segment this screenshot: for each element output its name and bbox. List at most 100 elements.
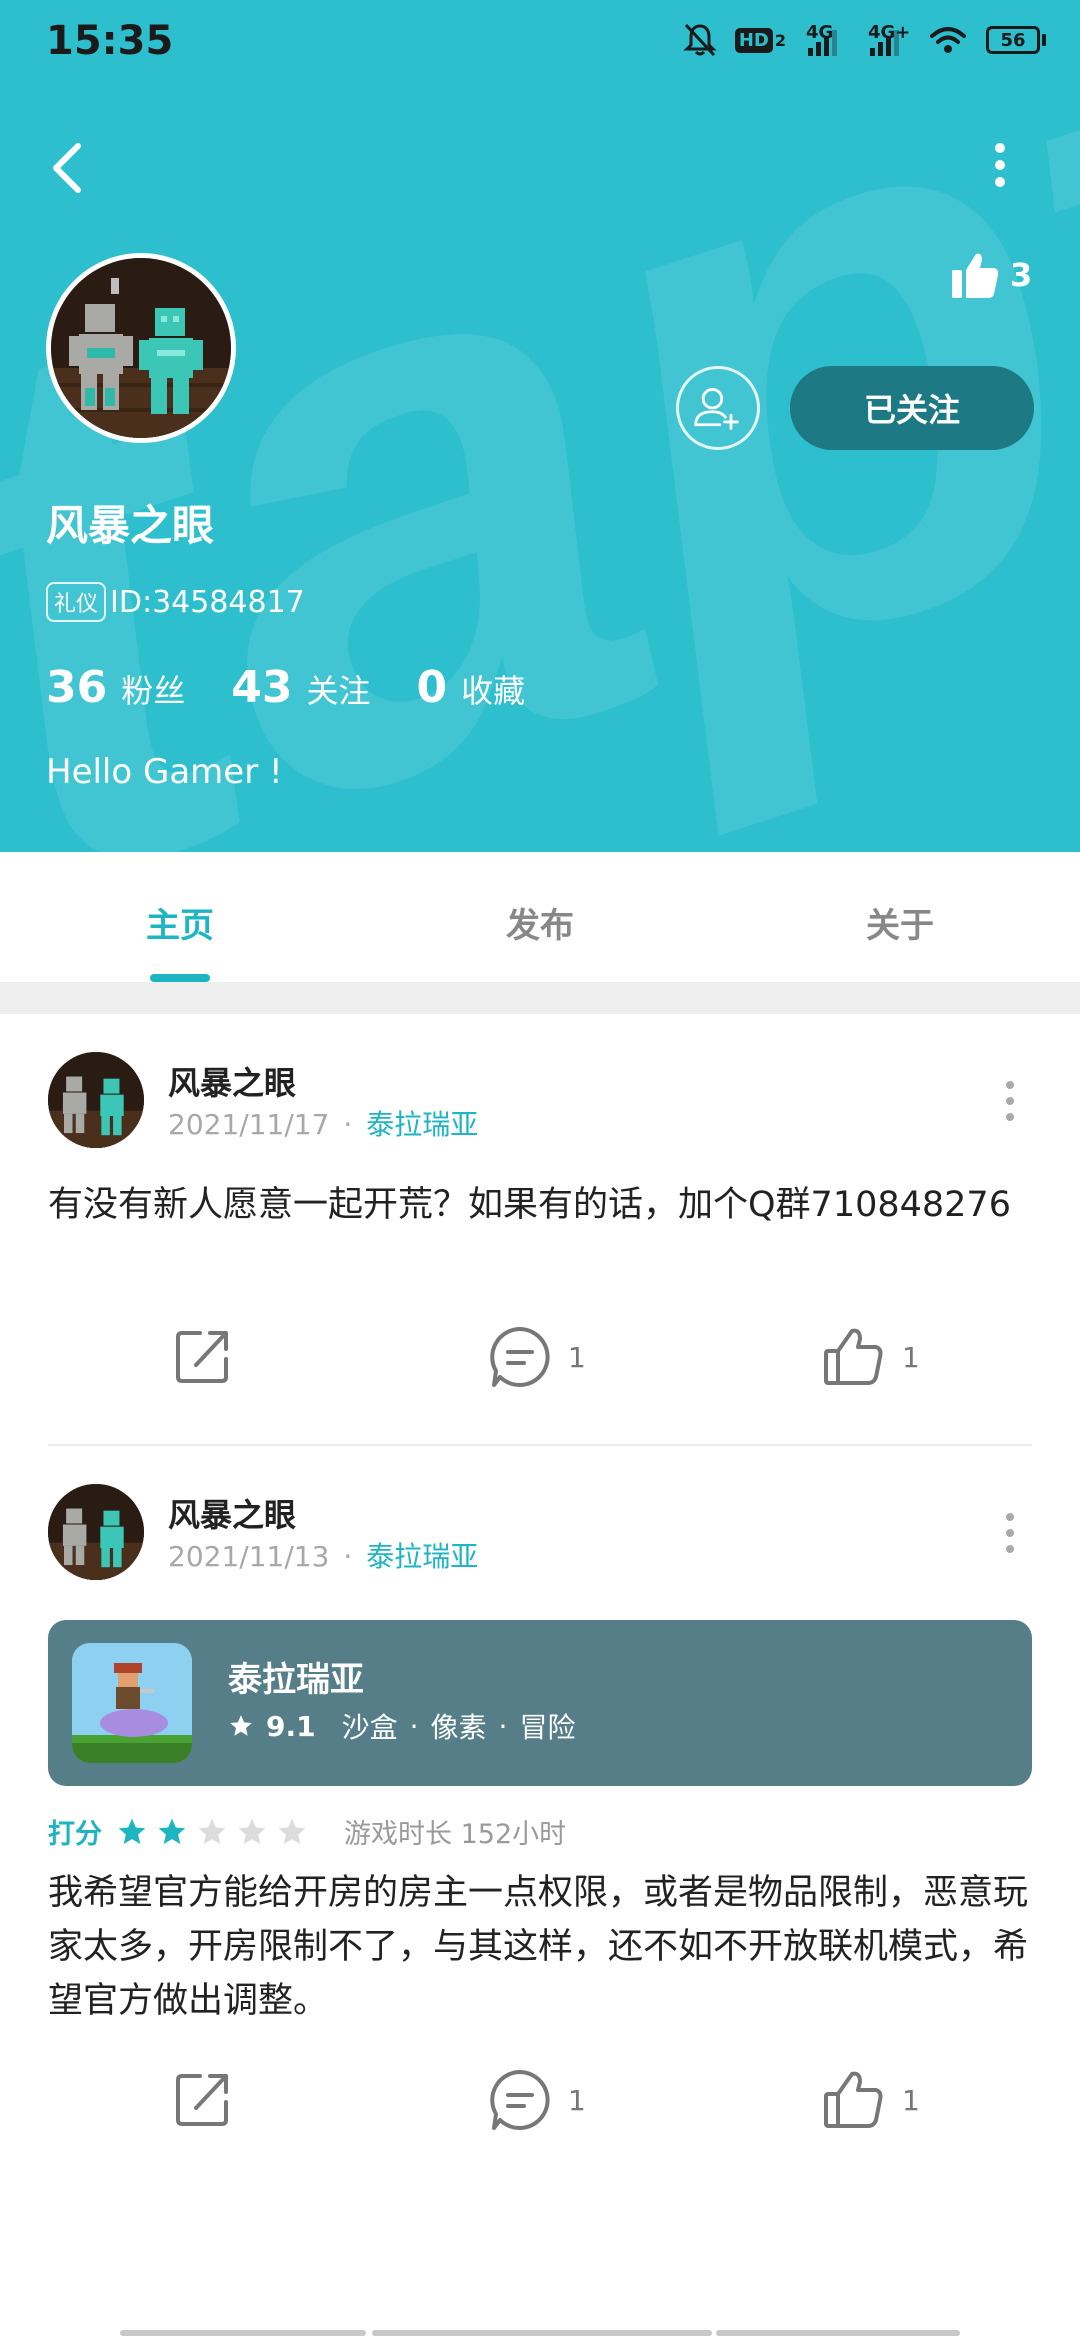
post-date: 2021/11/13 xyxy=(168,1540,330,1573)
mute-bell-icon xyxy=(683,23,717,57)
status-icons: HD 2 4G 4G+ 56 xyxy=(683,22,1046,58)
favorites-count: 0 xyxy=(416,662,448,713)
like-button[interactable]: 1 xyxy=(822,1325,920,1389)
status-time: 15:35 xyxy=(46,18,174,64)
add-friend-icon[interactable] xyxy=(676,366,760,450)
post-avatar[interactable] xyxy=(48,1052,144,1148)
meta-dot: · xyxy=(343,1108,353,1141)
back-arrow-icon[interactable] xyxy=(44,138,94,198)
tag-dot: · xyxy=(498,1709,508,1743)
post-actions: 1 1 xyxy=(0,1325,1080,1395)
post-meta: 2021/11/13 · 泰拉瑞亚 xyxy=(168,1535,478,1575)
share-button[interactable] xyxy=(172,2068,234,2130)
status-bar: 15:35 HD 2 4G 4G+ 56 xyxy=(0,0,1080,80)
post-more-icon[interactable] xyxy=(998,1076,1022,1126)
tab-active-indicator xyxy=(150,974,210,982)
star-filled-icon xyxy=(118,1818,146,1844)
user-id-row: 礼仪 ID:34584817 xyxy=(46,582,305,622)
tag-dot: · xyxy=(409,1709,419,1743)
game-card-name: 泰拉瑞亚 xyxy=(228,1660,364,1700)
post-avatar-image xyxy=(48,1052,144,1148)
game-tag: 沙盒 xyxy=(341,1711,398,1744)
profile-bio: Hello Gamer ! xyxy=(46,752,283,792)
follow-button[interactable]: 已关注 xyxy=(790,366,1034,450)
rating-row: 打分 游戏时长 152小时 xyxy=(48,1812,566,1851)
signal-4g-plus-icon: 4G+ xyxy=(866,22,910,58)
following-count: 43 xyxy=(231,662,293,713)
play-time: 游戏时长 152小时 xyxy=(344,1819,567,1850)
comment-icon xyxy=(490,2070,550,2130)
post-avatar[interactable] xyxy=(48,1484,144,1580)
game-tag: 像素 xyxy=(430,1711,487,1744)
tab-posts[interactable]: 发布 xyxy=(440,898,640,947)
post-actions: 1 1 xyxy=(0,2068,1080,2138)
star-empty-icon xyxy=(278,1818,306,1844)
share-icon xyxy=(176,2074,228,2126)
post-more-icon[interactable] xyxy=(998,1508,1022,1558)
game-tag: 冒险 xyxy=(519,1711,576,1744)
comment-count: 1 xyxy=(568,1340,586,1374)
followers-count: 36 xyxy=(46,662,108,713)
thumbs-up-filled-icon xyxy=(952,253,999,298)
post-game-link[interactable]: 泰拉瑞亚 xyxy=(366,1540,478,1573)
hd-label: HD xyxy=(734,27,773,53)
avatar-image xyxy=(51,258,231,438)
star-empty-icon xyxy=(198,1818,226,1844)
share-button[interactable] xyxy=(172,1325,234,1387)
star-empty-icon xyxy=(238,1818,266,1844)
post-author[interactable]: 风暴之眼 xyxy=(168,1058,296,1104)
star-filled-icon xyxy=(158,1818,186,1844)
hd-sub: 2 xyxy=(774,30,786,50)
meta-dot: · xyxy=(343,1540,353,1573)
post-divider xyxy=(48,1444,1032,1446)
tab-home[interactable]: 主页 xyxy=(80,898,280,947)
comment-icon xyxy=(490,1327,550,1387)
profile-username: 风暴之眼 xyxy=(46,501,215,550)
game-score: 9.1 xyxy=(266,1709,316,1743)
followers-label: 粉丝 xyxy=(121,672,186,710)
wifi-icon xyxy=(930,27,966,53)
tab-about[interactable]: 关于 xyxy=(800,898,1000,947)
net1-label: 4G xyxy=(806,22,834,43)
star-icon xyxy=(230,1715,252,1736)
comment-button[interactable]: 1 xyxy=(488,1325,586,1389)
post-content[interactable]: 有没有新人愿意一起开荒？如果有的话，加个Q群710848276 xyxy=(48,1178,1038,1232)
comment-count: 1 xyxy=(568,2083,586,2117)
like-button[interactable]: 1 xyxy=(822,2068,920,2132)
profile-tabs: 主页 发布 关于 xyxy=(0,852,1080,982)
signal-4g-icon: 4G xyxy=(804,22,848,58)
profile-stats: 36 粉丝 43 关注 0 收藏 xyxy=(46,662,571,713)
post-author[interactable]: 风暴之眼 xyxy=(168,1490,296,1536)
avatar[interactable] xyxy=(46,253,236,443)
hd-icon: HD 2 xyxy=(734,27,786,53)
post-avatar-image xyxy=(48,1484,144,1580)
favorites-label: 收藏 xyxy=(461,672,526,710)
post-content[interactable]: 我希望官方能给开房的房主一点权限，或者是物品限制，恶意玩家太多，开房限制不了，与… xyxy=(48,1866,1038,2028)
thumbs-up-icon xyxy=(824,2071,883,2128)
nav-bar-segment xyxy=(120,2330,366,2336)
post-meta: 2021/11/17 · 泰拉瑞亚 xyxy=(168,1103,478,1143)
like-count: 1 xyxy=(902,2083,920,2117)
comment-button[interactable]: 1 xyxy=(488,2068,586,2132)
post-game-link[interactable]: 泰拉瑞亚 xyxy=(366,1108,478,1141)
game-icon-image xyxy=(72,1643,192,1763)
game-icon xyxy=(72,1643,192,1763)
user-id: ID:34584817 xyxy=(110,584,305,620)
game-card[interactable]: 泰拉瑞亚 9.1 沙盒 · 像素 · 冒险 xyxy=(48,1620,1032,1786)
rating-stars xyxy=(116,1816,308,1848)
following-label: 关注 xyxy=(306,672,371,710)
more-vertical-icon[interactable] xyxy=(980,140,1020,190)
stat-followers[interactable]: 36 粉丝 xyxy=(46,662,185,713)
etiquette-badge[interactable]: 礼仪 xyxy=(46,582,107,622)
section-separator xyxy=(0,982,1080,1014)
share-icon xyxy=(176,1331,228,1383)
battery-level: 56 xyxy=(986,26,1040,54)
game-card-meta: 9.1 沙盒 · 像素 · 冒险 xyxy=(228,1706,575,1746)
like-count-text: 3 xyxy=(1010,256,1033,294)
profile-like[interactable]: 3 xyxy=(950,250,1032,300)
nav-bar-segment xyxy=(372,2330,712,2336)
rating-label: 打分 xyxy=(48,1819,102,1850)
thumbs-up-icon xyxy=(824,1328,883,1385)
stat-following[interactable]: 43 关注 xyxy=(231,662,370,713)
stat-favorites[interactable]: 0 收藏 xyxy=(417,662,526,713)
